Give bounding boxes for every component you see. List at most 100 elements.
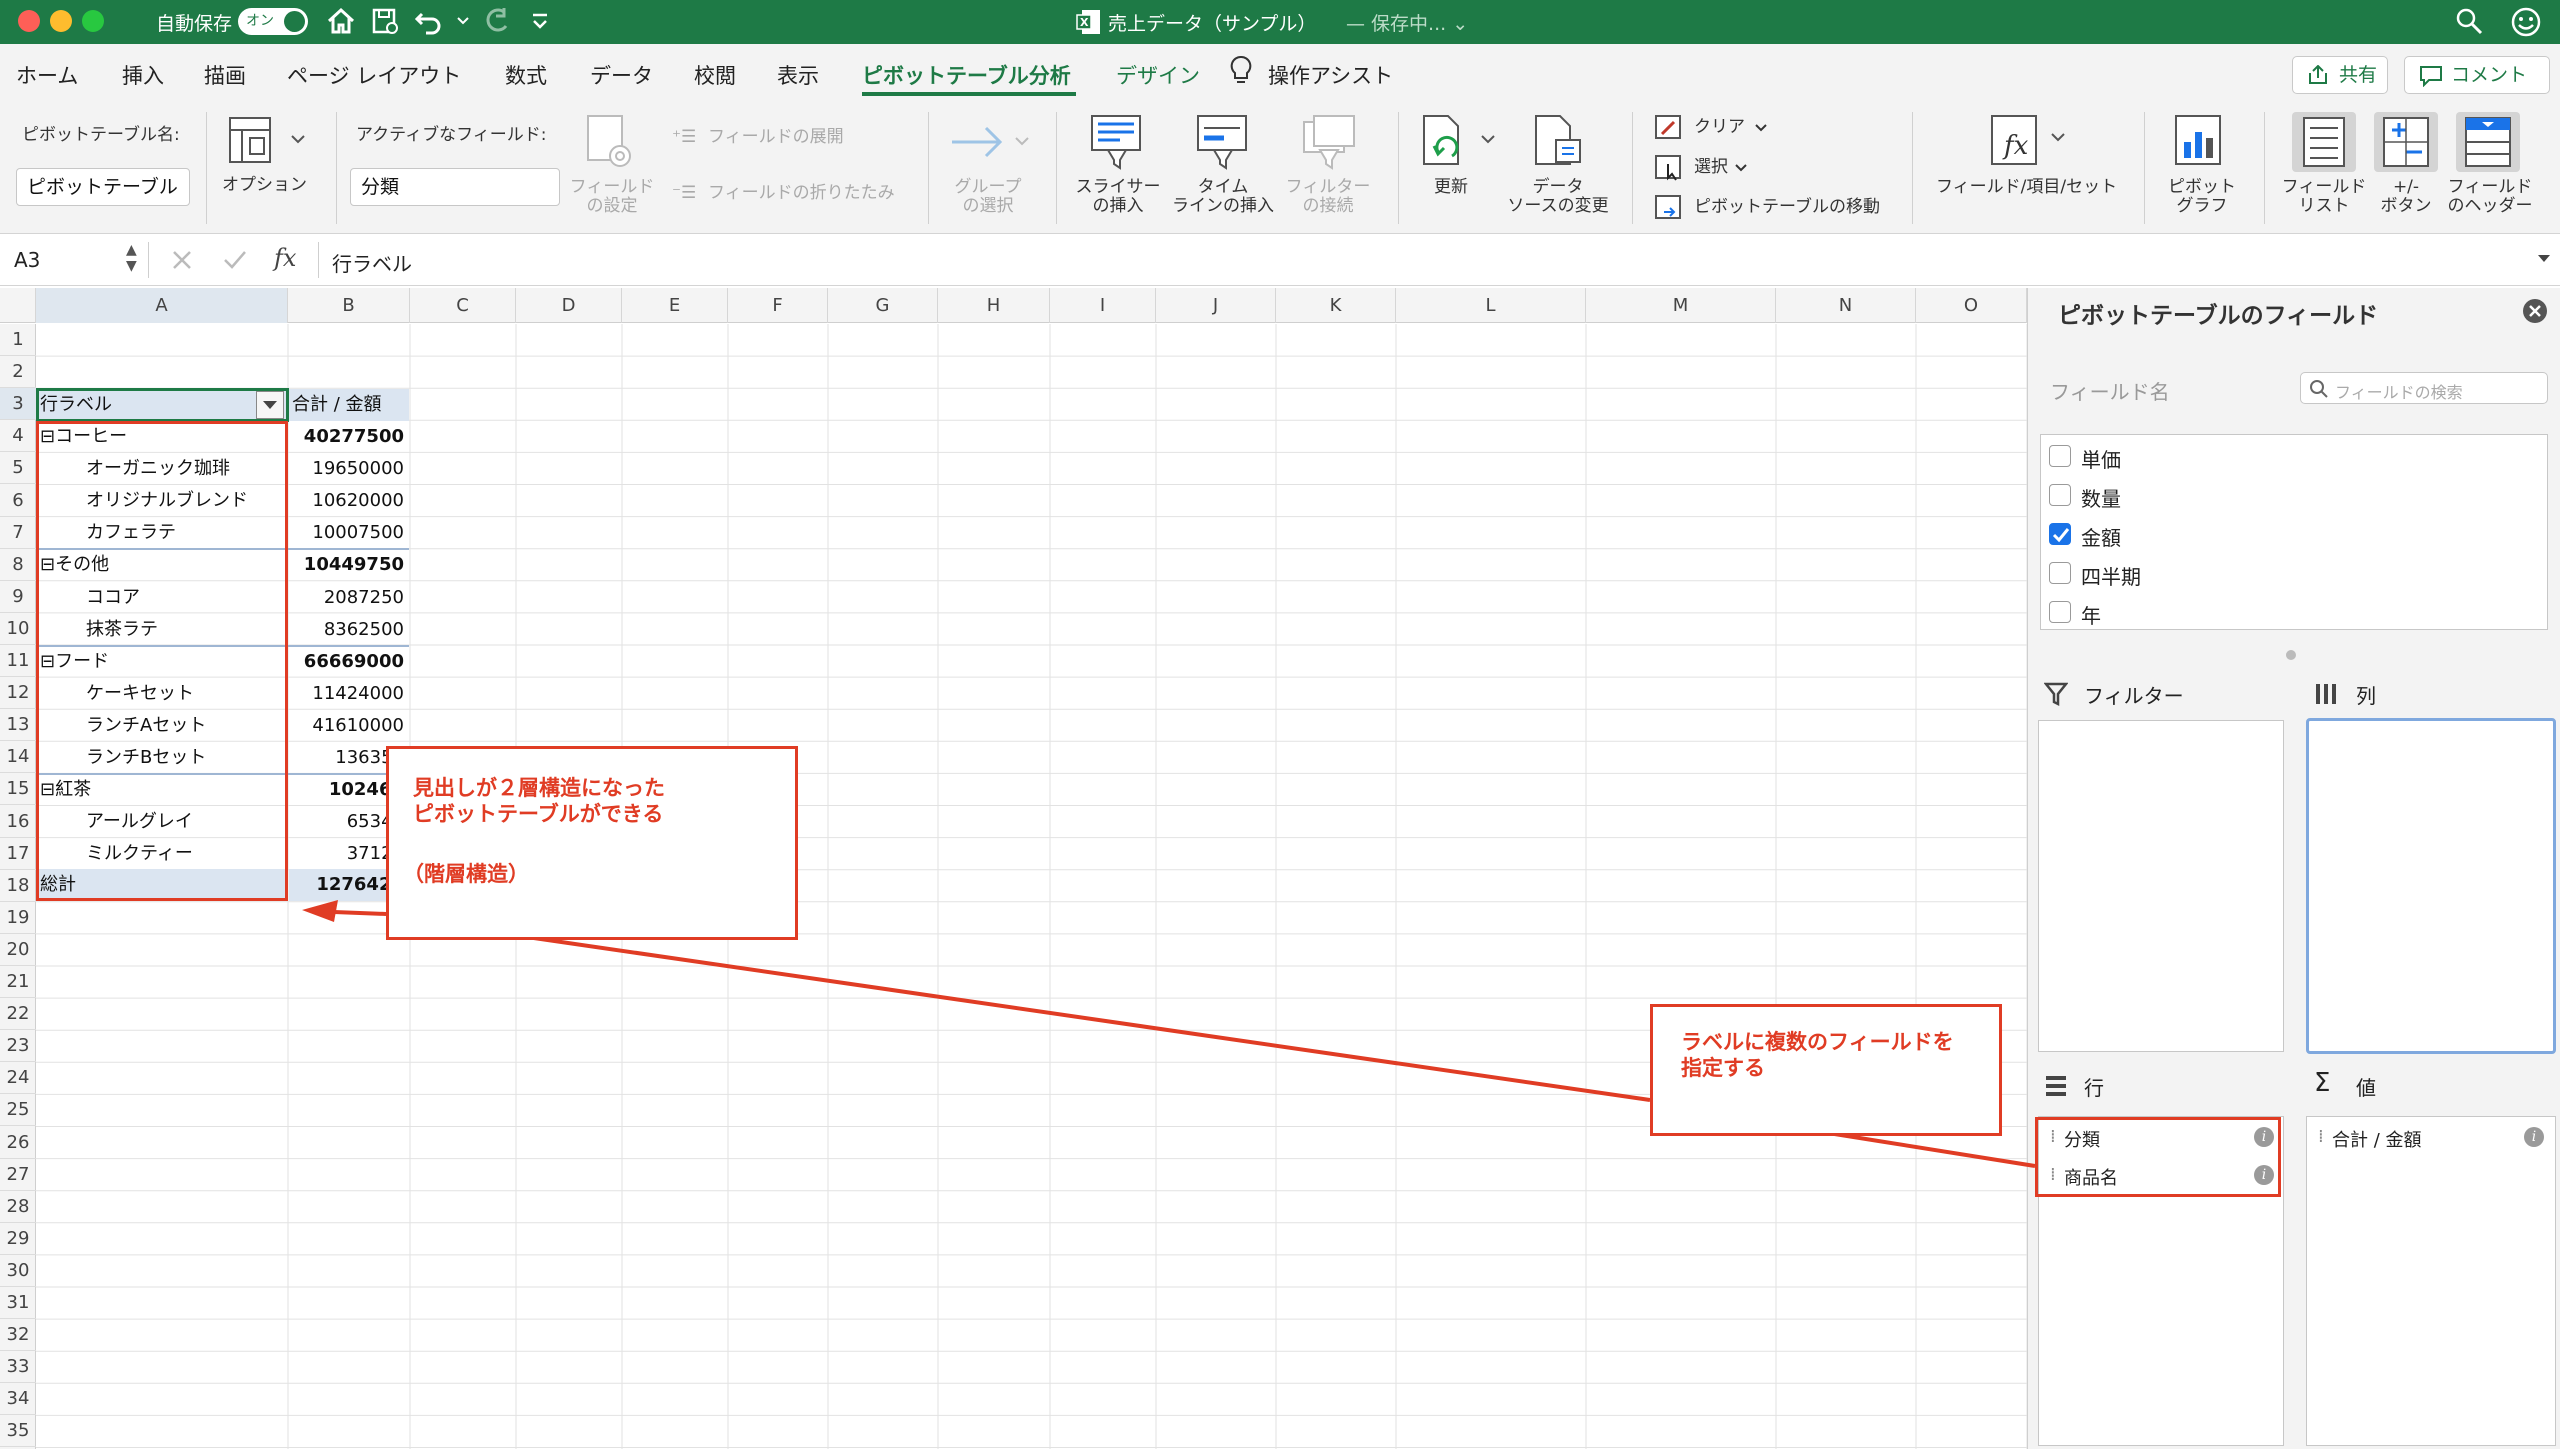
change-source-button[interactable]: データ ソースの変更 bbox=[1500, 178, 1616, 216]
close-window-button[interactable] bbox=[18, 10, 40, 32]
row-header[interactable]: 29 bbox=[0, 1223, 36, 1255]
column-header-c[interactable]: C bbox=[410, 288, 516, 323]
tab-data[interactable]: データ bbox=[590, 60, 653, 90]
columns-drop-area[interactable] bbox=[2306, 718, 2556, 1054]
column-header-f[interactable]: F bbox=[728, 288, 828, 323]
tab-insert[interactable]: 挿入 bbox=[122, 60, 164, 90]
row-header[interactable]: 10 bbox=[0, 613, 36, 645]
tab-formulas[interactable]: 数式 bbox=[505, 60, 547, 90]
tab-home[interactable]: ホーム bbox=[16, 60, 78, 90]
row-header[interactable]: 35 bbox=[0, 1415, 36, 1448]
row-header[interactable]: 33 bbox=[0, 1351, 36, 1384]
tab-page-layout[interactable]: ページ レイアウト bbox=[287, 60, 461, 90]
plus-minus-button[interactable]: +/- ボタン bbox=[2372, 178, 2440, 216]
fields-items-sets-icon[interactable]: fx bbox=[1990, 114, 2070, 170]
values-drop-area[interactable] bbox=[2306, 1116, 2556, 1446]
row-header[interactable]: 17 bbox=[0, 838, 36, 870]
column-header-i[interactable]: I bbox=[1050, 288, 1156, 323]
redo-icon[interactable] bbox=[482, 6, 512, 36]
active-field-input[interactable]: 分類 bbox=[350, 168, 560, 206]
refresh-button[interactable]: 更新 bbox=[1434, 178, 1468, 197]
value-field-sum-amount[interactable]: 合計 / 金額 bbox=[2332, 1126, 2422, 1152]
pivot-name-input[interactable]: ピボットテーブル bbox=[16, 168, 190, 206]
autosave-toggle[interactable]: オン bbox=[238, 8, 308, 35]
row-header[interactable]: 15 bbox=[0, 773, 36, 806]
save-icon[interactable] bbox=[370, 6, 400, 36]
row-header[interactable]: 27 bbox=[0, 1159, 36, 1191]
row-header[interactable]: 7 bbox=[0, 517, 36, 549]
row-header[interactable]: 21 bbox=[0, 966, 36, 998]
move-pivot-button[interactable]: ピボットテーブルの移動 bbox=[1694, 198, 1880, 217]
minimize-window-button[interactable] bbox=[50, 10, 72, 32]
field-list-button[interactable]: フィールド リスト bbox=[2276, 178, 2372, 216]
column-header-g[interactable]: G bbox=[828, 288, 938, 323]
column-header-k[interactable]: K bbox=[1276, 288, 1396, 323]
insert-timeline-icon[interactable] bbox=[1196, 114, 1250, 170]
undo-dropdown-icon[interactable] bbox=[456, 14, 470, 28]
worksheet-grid[interactable] bbox=[36, 324, 2027, 1449]
row-header[interactable]: 23 bbox=[0, 1030, 36, 1063]
column-header-n[interactable]: N bbox=[1776, 288, 1916, 323]
tab-view[interactable]: 表示 bbox=[777, 60, 819, 90]
column-header-a[interactable]: A bbox=[36, 288, 288, 323]
insert-slicer-button[interactable]: スライサー の挿入 bbox=[1068, 178, 1168, 216]
row-header[interactable]: 19 bbox=[0, 902, 36, 934]
tab-pivot-analyze[interactable]: ピボットテーブル分析 bbox=[862, 60, 1071, 90]
column-header-b[interactable]: B bbox=[288, 288, 410, 323]
field-checkbox[interactable] bbox=[2049, 601, 2071, 623]
clear-icon[interactable] bbox=[1654, 114, 1684, 142]
home-icon[interactable] bbox=[326, 6, 356, 36]
change-source-icon[interactable] bbox=[1534, 114, 1588, 170]
row-header[interactable]: 5 bbox=[0, 452, 36, 485]
field-headers-button[interactable]: フィールド のヘッダー bbox=[2442, 178, 2538, 216]
field-checkbox[interactable] bbox=[2049, 484, 2071, 506]
undo-icon[interactable] bbox=[414, 6, 448, 36]
confirm-check-icon[interactable] bbox=[222, 248, 248, 272]
customize-toolbar-icon[interactable] bbox=[530, 12, 550, 32]
formula-input[interactable]: 行ラベル bbox=[332, 248, 412, 277]
insert-function-icon[interactable]: fx bbox=[274, 244, 296, 272]
clear-button[interactable]: クリア bbox=[1694, 118, 1745, 137]
tab-review[interactable]: 校閲 bbox=[694, 60, 736, 90]
row-header[interactable]: 11 bbox=[0, 645, 36, 677]
close-panel-icon[interactable] bbox=[2522, 298, 2548, 324]
column-header-e[interactable]: E bbox=[622, 288, 728, 323]
value-field-grip[interactable]: ⁞ bbox=[2318, 1126, 2324, 1147]
collapse-field-button[interactable]: フィールドの折りたたみ bbox=[708, 184, 895, 203]
column-header-m[interactable]: M bbox=[1586, 288, 1776, 323]
column-header-d[interactable]: D bbox=[516, 288, 622, 323]
row-header[interactable]: 18 bbox=[0, 870, 36, 902]
row-header[interactable]: 13 bbox=[0, 709, 36, 742]
column-header-o[interactable]: O bbox=[1916, 288, 2027, 323]
field-search-input[interactable]: フィールドの検索 bbox=[2300, 372, 2548, 404]
group-selection-icon[interactable] bbox=[950, 116, 1030, 168]
field-name[interactable]: 年 bbox=[2081, 600, 2101, 629]
clear-dropdown-icon[interactable] bbox=[1754, 122, 1768, 134]
row-header[interactable]: 30 bbox=[0, 1255, 36, 1287]
row-header[interactable]: 28 bbox=[0, 1191, 36, 1223]
insert-slicer-icon[interactable] bbox=[1090, 114, 1144, 170]
field-settings-icon[interactable] bbox=[586, 114, 638, 172]
info-icon[interactable]: i bbox=[2524, 1127, 2544, 1147]
column-header-h[interactable]: H bbox=[938, 288, 1050, 323]
share-button[interactable]: 共有 bbox=[2292, 56, 2388, 94]
filters-drop-area[interactable] bbox=[2038, 720, 2284, 1052]
field-name[interactable]: 数量 bbox=[2081, 483, 2121, 512]
row-header[interactable]: 20 bbox=[0, 934, 36, 966]
tab-design[interactable]: デザイン bbox=[1116, 60, 1200, 90]
move-pivot-icon[interactable] bbox=[1654, 194, 1684, 222]
row-header[interactable]: 16 bbox=[0, 806, 36, 838]
row-header[interactable]: 2 bbox=[0, 356, 36, 389]
row-header[interactable]: 32 bbox=[0, 1319, 36, 1352]
expand-field-button[interactable]: フィールドの展開 bbox=[708, 128, 844, 147]
row-header[interactable]: 12 bbox=[0, 677, 36, 710]
search-icon[interactable] bbox=[2454, 6, 2484, 36]
row-header[interactable]: 3 bbox=[0, 388, 36, 421]
zoom-window-button[interactable] bbox=[82, 10, 104, 32]
field-name[interactable]: 単価 bbox=[2081, 444, 2121, 473]
name-box-stepper[interactable]: ▲ ▼ bbox=[126, 242, 137, 274]
tab-draw[interactable]: 描画 bbox=[204, 60, 246, 90]
row-header[interactable]: 6 bbox=[0, 485, 36, 517]
refresh-icon[interactable] bbox=[1422, 114, 1498, 170]
cancel-icon[interactable] bbox=[170, 248, 194, 272]
